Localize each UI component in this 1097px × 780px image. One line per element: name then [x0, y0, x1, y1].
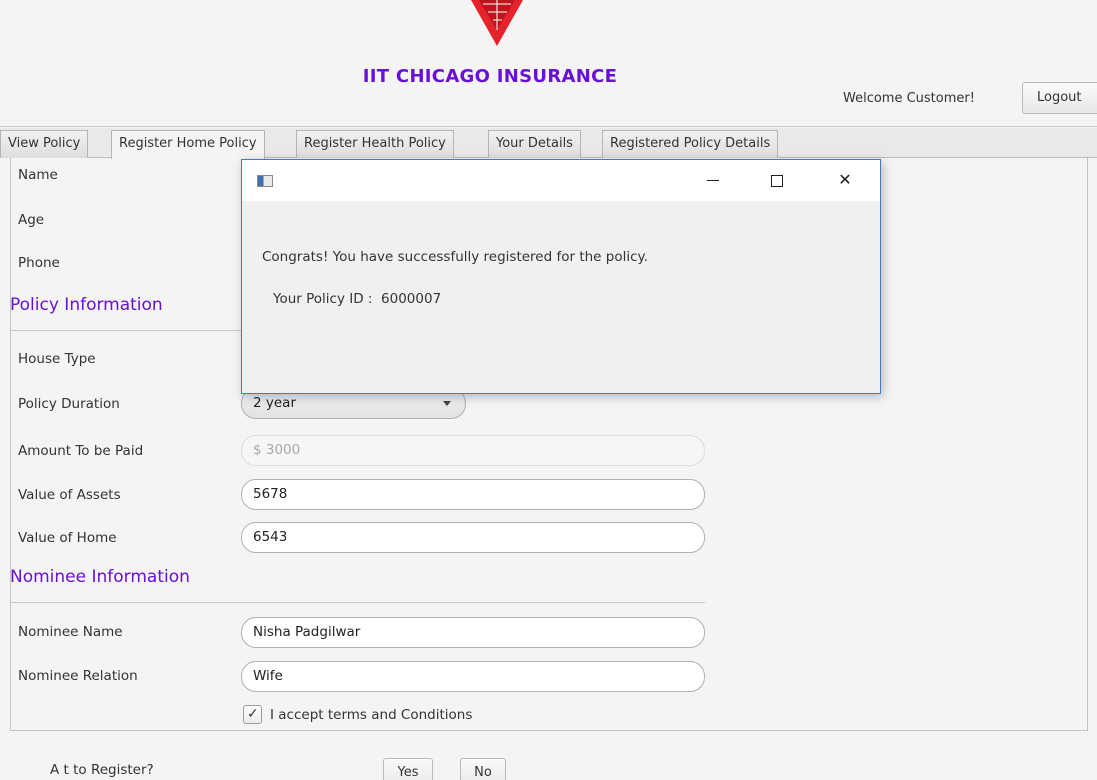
nominee-relation-input[interactable]: Wife — [241, 661, 705, 692]
maximize-icon[interactable] — [754, 165, 800, 195]
value-of-assets-input[interactable]: 5678 — [241, 479, 705, 510]
register-question: A t to Register? — [50, 762, 154, 778]
phone-label: Phone — [18, 255, 60, 271]
close-icon[interactable]: ✕ — [822, 165, 868, 195]
checkmark-icon: ✓ — [247, 706, 259, 722]
dialog-titlebar: ✕ — [242, 160, 880, 201]
value-of-assets-label: Value of Assets — [18, 487, 121, 503]
minimize-icon[interactable] — [690, 165, 736, 195]
policy-duration-label: Policy Duration — [18, 396, 120, 412]
tab-your-details[interactable]: Your Details — [488, 130, 581, 158]
logout-button[interactable]: Logout — [1022, 82, 1097, 114]
nominee-name-input[interactable]: Nisha Padgilwar — [241, 617, 705, 648]
tab-view-policy[interactable]: View Policy — [0, 130, 89, 158]
age-label: Age — [18, 212, 45, 228]
terms-label: I accept terms and Conditions — [270, 707, 473, 723]
dialog-policy-id: Your Policy ID : 6000007 — [273, 291, 442, 307]
tab-bar: View Policy Register Home Policy Registe… — [0, 128, 1097, 159]
logo-icon — [471, 0, 523, 46]
tab-register-home-policy[interactable]: Register Home Policy — [111, 130, 265, 159]
window-app-icon — [257, 175, 273, 187]
dialog-message: Congrats! You have successfully register… — [262, 249, 648, 265]
nominee-relation-label: Nominee Relation — [18, 668, 138, 684]
house-type-label: House Type — [18, 351, 96, 367]
chevron-down-icon — [443, 401, 451, 406]
yes-button[interactable]: Yes — [383, 758, 433, 780]
no-button[interactable]: No — [460, 758, 506, 780]
welcome-text: Welcome Customer! — [843, 91, 975, 106]
policy-information-heading: Policy Information — [10, 295, 163, 315]
name-label: Name — [18, 167, 58, 183]
app-title: IIT CHICAGO INSURANCE — [362, 66, 618, 87]
terms-checkbox[interactable]: ✓ — [243, 705, 262, 724]
nominee-name-label: Nominee Name — [18, 624, 123, 640]
nominee-separator — [10, 602, 705, 603]
value-of-home-input[interactable]: 6543 — [241, 522, 705, 553]
policy-duration-value: 2 year — [253, 395, 296, 411]
value-of-home-label: Value of Home — [18, 530, 117, 546]
tab-registered-policy-details[interactable]: Registered Policy Details — [602, 130, 779, 158]
amount-label: Amount To be Paid — [18, 443, 144, 459]
tab-register-health-policy[interactable]: Register Health Policy — [296, 130, 454, 158]
app-header: IIT CHICAGO INSURANCE Welcome Customer! … — [0, 0, 1097, 127]
amount-field: $ 3000 — [241, 435, 705, 466]
nominee-information-heading: Nominee Information — [10, 567, 190, 587]
success-dialog: ✕ Congrats! You have successfully regist… — [241, 159, 881, 394]
